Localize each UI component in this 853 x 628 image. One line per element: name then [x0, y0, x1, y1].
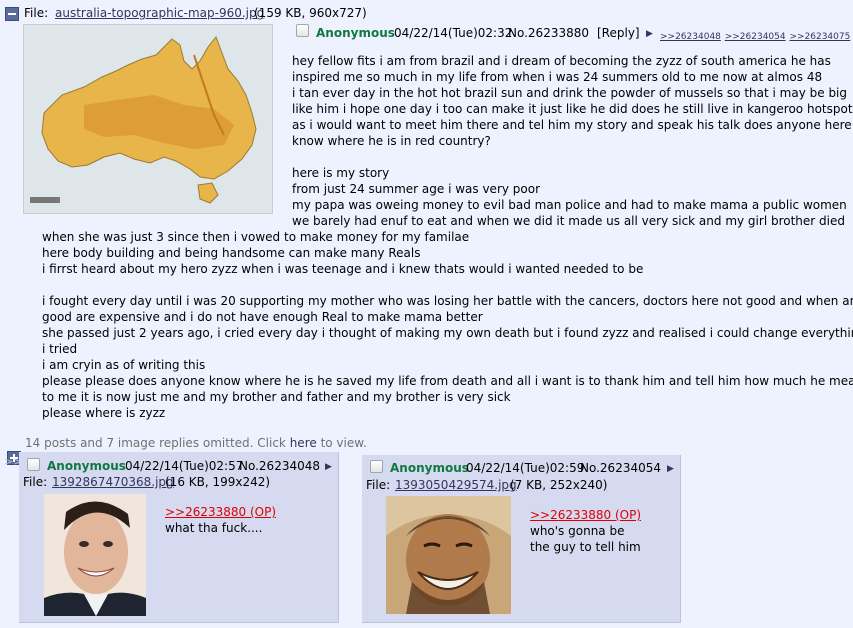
- reply-file-info: (16 KB, 199x242): [165, 475, 271, 489]
- australia-map-image: [24, 25, 272, 213]
- reply-poster-name: Anonymous: [390, 461, 469, 475]
- op-body-line: hey fellow fits i am from brazil and i d…: [292, 54, 831, 68]
- op-body-line: like him i hope one day i too can make i…: [292, 102, 853, 116]
- reply-thumbnail[interactable]: [44, 494, 146, 616]
- op-poster-name: Anonymous: [316, 26, 395, 40]
- reply-file-label: File:: [366, 478, 391, 492]
- op-post-number[interactable]: No.26233880: [508, 26, 589, 40]
- op-body-line: i am cryin as of writing this: [42, 358, 206, 372]
- op-file-label: File:: [24, 6, 49, 20]
- man-grinning-image: [44, 494, 146, 616]
- reply-file-link[interactable]: 1392867470368.jpg: [52, 475, 174, 489]
- reply-file-info: (7 KB, 252x240): [510, 478, 608, 492]
- op-body-line: here is my story: [292, 166, 390, 180]
- reply-text-line: who's gonna be: [530, 524, 625, 538]
- reply-menu-arrow-icon[interactable]: ▶: [325, 462, 332, 472]
- op-body-line: i tried: [42, 342, 78, 356]
- op-body-line: from just 24 summer age i was very poor: [292, 182, 541, 196]
- op-reply-link[interactable]: [Reply]: [597, 26, 640, 40]
- reply-file-link[interactable]: 1393050429574.jpg: [395, 478, 517, 492]
- op-body-line: as i would want to meet him there and te…: [292, 118, 852, 132]
- reply-menu-arrow-icon[interactable]: ▶: [667, 464, 674, 474]
- reply-select-checkbox[interactable]: [27, 458, 40, 471]
- op-body-line: we barely had enuf to eat and when we di…: [292, 214, 845, 228]
- op-body-line: here body building and being handsome ca…: [42, 246, 421, 260]
- reply-quote-link[interactable]: >>26233880 (OP): [165, 505, 276, 519]
- op-file-info: (159 KB, 960x727): [254, 6, 367, 20]
- omitted-text: 14 posts and 7 image replies omitted. Cl…: [25, 436, 290, 450]
- reply-datetime: 04/22/14(Tue)02:57: [125, 459, 244, 473]
- reply-datetime: 04/22/14(Tue)02:59: [466, 461, 585, 475]
- op-body-line: she passed just 2 years ago, i cried eve…: [42, 326, 853, 340]
- op-body-line: i fought every day until i was 20 suppor…: [42, 294, 853, 308]
- op-thumbnail-map[interactable]: [23, 24, 273, 214]
- reply-post-26234054: Anonymous 04/22/14(Tue)02:59 No.26234054…: [362, 455, 681, 623]
- reply-text-line: the guy to tell him: [530, 540, 641, 554]
- op-body-line: please where is zyzz: [42, 406, 166, 420]
- omitted-notice: 14 posts and 7 image replies omitted. Cl…: [25, 436, 367, 450]
- reply-thumbnail[interactable]: [386, 496, 511, 614]
- op-menu-arrow-icon[interactable]: ▶: [646, 29, 653, 39]
- op-datetime: 04/22/14(Tue)02:32: [394, 26, 513, 40]
- op-body-line: i tan ever day in the hot hot brazil sun…: [292, 86, 848, 100]
- reply-select-checkbox[interactable]: [370, 460, 383, 473]
- op-body-line: i firrst heard about my hero zyzz when i…: [42, 262, 644, 276]
- op-body-line: inspired me so much in my life from when…: [292, 70, 823, 84]
- op-body-line: know where he is in red country?: [292, 134, 491, 148]
- op-body-line: my papa was oweing money to evil bad man…: [292, 198, 847, 212]
- op-body-line: to me it is now just me and my brother a…: [42, 390, 511, 404]
- reply-post-number[interactable]: No.26234048: [239, 459, 320, 473]
- backlink-26234048[interactable]: >>26234048: [660, 32, 721, 42]
- reply-text-line: what tha fuck....: [165, 521, 263, 535]
- op-select-checkbox[interactable]: [296, 24, 309, 37]
- backlink-26234054[interactable]: >>26234054: [725, 32, 786, 42]
- man-laughing-image: [386, 496, 511, 614]
- op-body-line: when she was just 3 since then i vowed t…: [42, 230, 470, 244]
- reply-post-number[interactable]: No.26234054: [580, 461, 661, 475]
- collapse-thread-icon[interactable]: [5, 6, 19, 21]
- omitted-view-link[interactable]: here: [290, 436, 317, 450]
- backlink-26234075[interactable]: >>26234075: [789, 32, 850, 42]
- op-backlinks: >>26234048 >>26234054 >>26234075: [660, 28, 850, 42]
- reply-quote-link[interactable]: >>26233880 (OP): [530, 508, 641, 522]
- op-body-line: good are expensive and i do not have eno…: [42, 310, 483, 324]
- op-file-link[interactable]: australia-topographic-map-960.jpg: [55, 6, 264, 20]
- reply-poster-name: Anonymous: [47, 459, 126, 473]
- reply-post-26234048: Anonymous 04/22/14(Tue)02:57 No.26234048…: [19, 452, 339, 623]
- op-body-line: please please does anyone know where he …: [42, 374, 853, 388]
- reply-file-label: File:: [23, 475, 48, 489]
- omitted-text-after: to view.: [316, 436, 367, 450]
